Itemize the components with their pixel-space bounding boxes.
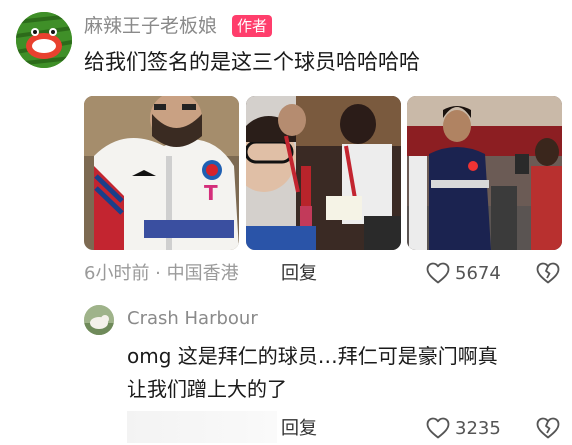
comment-photo-3[interactable] xyxy=(407,96,562,250)
comment-timestamp-location: 6小时前 · 中国香港 xyxy=(84,263,239,284)
author-name[interactable]: 麻辣王子老板娘 xyxy=(84,13,217,39)
reply-text-line-2: 让我们蹭上大的了 xyxy=(127,377,287,401)
reply-button[interactable]: 回复 xyxy=(281,416,317,442)
reply-author-avatar[interactable] xyxy=(84,305,114,335)
comment-photo-2[interactable] xyxy=(246,96,401,250)
heart-outline-icon[interactable] xyxy=(426,262,450,284)
author-avatar[interactable] xyxy=(16,12,72,68)
like-count: 3235 xyxy=(455,418,501,439)
comment-photo-1[interactable]: T xyxy=(84,96,239,250)
like-count: 5674 xyxy=(455,263,501,284)
reply-button[interactable]: 回复 xyxy=(281,261,317,287)
comment-text: 给我们签名的是这三个球员哈哈哈哈 xyxy=(84,50,420,74)
broken-heart-outline-icon[interactable] xyxy=(536,417,560,439)
heart-outline-icon[interactable] xyxy=(426,417,450,439)
svg-text:T: T xyxy=(204,181,218,205)
author-badge: 作者 xyxy=(232,15,273,37)
reply-author-name[interactable]: Crash Harbour xyxy=(127,306,258,332)
blurred-meta xyxy=(127,411,277,443)
reply-text-line-1: omg 这是拜仁的球员…拜仁可是豪门啊真 xyxy=(127,344,498,368)
broken-heart-outline-icon[interactable] xyxy=(536,262,560,284)
